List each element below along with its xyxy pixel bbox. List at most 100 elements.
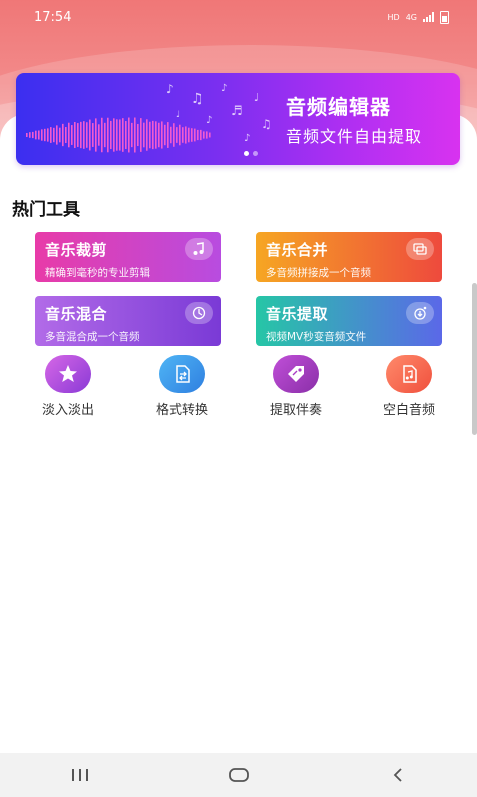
waveform-bar — [29, 132, 31, 138]
home-button[interactable] — [209, 757, 269, 793]
hd-label: HD — [387, 12, 400, 22]
banner-pagination — [244, 151, 258, 156]
waveform-music-graphic: ♪ ♫ ♪ ♬ ♩ ♪ ♫ ♩ ♪ — [26, 82, 272, 153]
banner-subtitle: 音频文件自由提取 — [286, 127, 423, 146]
fade-star-icon — [45, 355, 91, 393]
waveform-bar — [80, 121, 82, 149]
waveform-bar — [95, 118, 97, 152]
signal-icon — [423, 12, 434, 22]
merge-icon — [406, 238, 434, 260]
quick-tool-label: 淡入淡出 — [41, 403, 94, 418]
waveform-bar — [122, 118, 124, 152]
waveform-bar — [119, 119, 121, 151]
waveform-bar — [62, 123, 64, 147]
extract-icon — [406, 302, 434, 324]
navigation-bar — [0, 753, 477, 797]
quick-tool-extract-accompaniment[interactable]: 提取伴奏 — [246, 355, 346, 418]
waveform-bar — [188, 127, 190, 143]
waveform-bar — [110, 120, 112, 150]
waveform-bar — [41, 129, 43, 141]
tool-card-music-cut[interactable]: 音乐裁剪 精确到毫秒的专业剪辑 — [35, 232, 221, 282]
waveform-bar — [134, 117, 136, 153]
quick-tool-label: 空白音频 — [382, 403, 435, 418]
waveform-bar — [32, 131, 34, 139]
recent-apps-button[interactable] — [50, 757, 110, 793]
tool-card-music-merge[interactable]: 音乐合并 多音频拼接成一个音频 — [256, 232, 442, 282]
waveform-bar — [167, 122, 169, 148]
waveform-bar — [161, 121, 163, 149]
waveform-bar — [59, 127, 61, 143]
mix-icon — [185, 302, 213, 324]
blank-audio-icon — [386, 355, 432, 393]
waveform-bar — [182, 127, 184, 143]
battery-icon — [440, 10, 449, 24]
waveform-bar — [92, 123, 94, 147]
tool-card-subtitle: 多音混合成一个音频 — [45, 331, 140, 343]
waveform-bar — [206, 131, 208, 139]
waveform-bar — [38, 130, 40, 140]
status-bar: 17:54 HD 4G — [0, 0, 477, 34]
waveform-bar — [131, 122, 133, 148]
format-convert-icon — [159, 355, 205, 393]
waveform-bar — [26, 133, 28, 137]
waveform-bar — [53, 127, 55, 143]
waveform-bar — [185, 126, 187, 144]
music-note-scissor-icon — [185, 238, 213, 260]
quick-tool-blank-audio[interactable]: 空白音频 — [359, 355, 459, 418]
svg-text:♪: ♪ — [166, 82, 174, 96]
banner-title: 音频编辑器 — [286, 95, 391, 119]
waveform-bar — [170, 126, 172, 144]
waveform-bar — [74, 122, 76, 148]
waveform-bar — [176, 127, 178, 143]
waveform-bar — [101, 117, 103, 153]
waveform-bar — [200, 129, 202, 141]
svg-text:♫: ♫ — [261, 117, 272, 131]
status-time: 17:54 — [34, 9, 72, 25]
waveform-bar — [146, 119, 148, 151]
waveform-bar — [68, 122, 70, 148]
status-icons: HD 4G — [387, 10, 449, 24]
svg-text:♬: ♬ — [231, 104, 243, 119]
waveform-bar — [140, 118, 142, 152]
svg-text:♪: ♪ — [206, 115, 212, 126]
recent-apps-icon — [71, 769, 88, 781]
scrollbar[interactable] — [472, 283, 477, 435]
waveform-bar — [77, 123, 79, 147]
back-icon — [393, 768, 402, 782]
waveform-bar — [191, 128, 193, 142]
waveform-bar — [107, 117, 109, 153]
tool-card-subtitle: 多音频拼接成一个音频 — [266, 267, 371, 279]
tool-card-subtitle: 精确到毫秒的专业剪辑 — [45, 267, 150, 279]
waveform-bar — [104, 122, 106, 148]
waveform-bar — [137, 123, 139, 147]
quick-tool-format-convert[interactable]: 格式转换 — [132, 355, 232, 418]
svg-text:♩: ♩ — [176, 110, 180, 120]
waveform-bar — [47, 128, 49, 142]
tool-card-music-mix[interactable]: 音乐混合 多音混合成一个音频 — [35, 296, 221, 346]
waveform-bar — [149, 121, 151, 149]
waveform-bar — [56, 125, 58, 145]
tool-card-music-extract[interactable]: 音乐提取 视频MV秒变音频文件 — [256, 296, 442, 346]
tag-icon — [273, 355, 319, 393]
svg-text:♪: ♪ — [221, 83, 227, 94]
quick-tool-label: 提取伴奏 — [269, 403, 322, 418]
pagination-dot — [253, 151, 258, 156]
waveform-bar — [125, 121, 127, 149]
tool-card-subtitle: 视频MV秒变音频文件 — [266, 331, 367, 343]
waveform-bar — [179, 124, 181, 146]
waveform-bar — [44, 128, 46, 142]
quick-tool-fade[interactable]: 淡入淡出 — [18, 355, 118, 418]
network-label: 4G — [405, 12, 417, 22]
waveform-bar — [113, 118, 115, 152]
waveform-bar — [194, 128, 196, 142]
svg-text:♪: ♪ — [244, 133, 250, 144]
waveform-bar — [50, 127, 52, 143]
back-button[interactable] — [368, 757, 428, 793]
waveform-bar — [128, 117, 130, 153]
promo-banner[interactable]: ♪ ♫ ♪ ♬ ♩ ♪ ♫ ♩ ♪ 音频编辑器 音频文件自由提取 — [16, 73, 460, 165]
waveform-bar — [152, 120, 154, 150]
waveform-bar — [86, 122, 88, 148]
waveform-bar — [155, 121, 157, 149]
waveform-bar — [65, 127, 67, 143]
waveform-bar — [209, 132, 211, 138]
